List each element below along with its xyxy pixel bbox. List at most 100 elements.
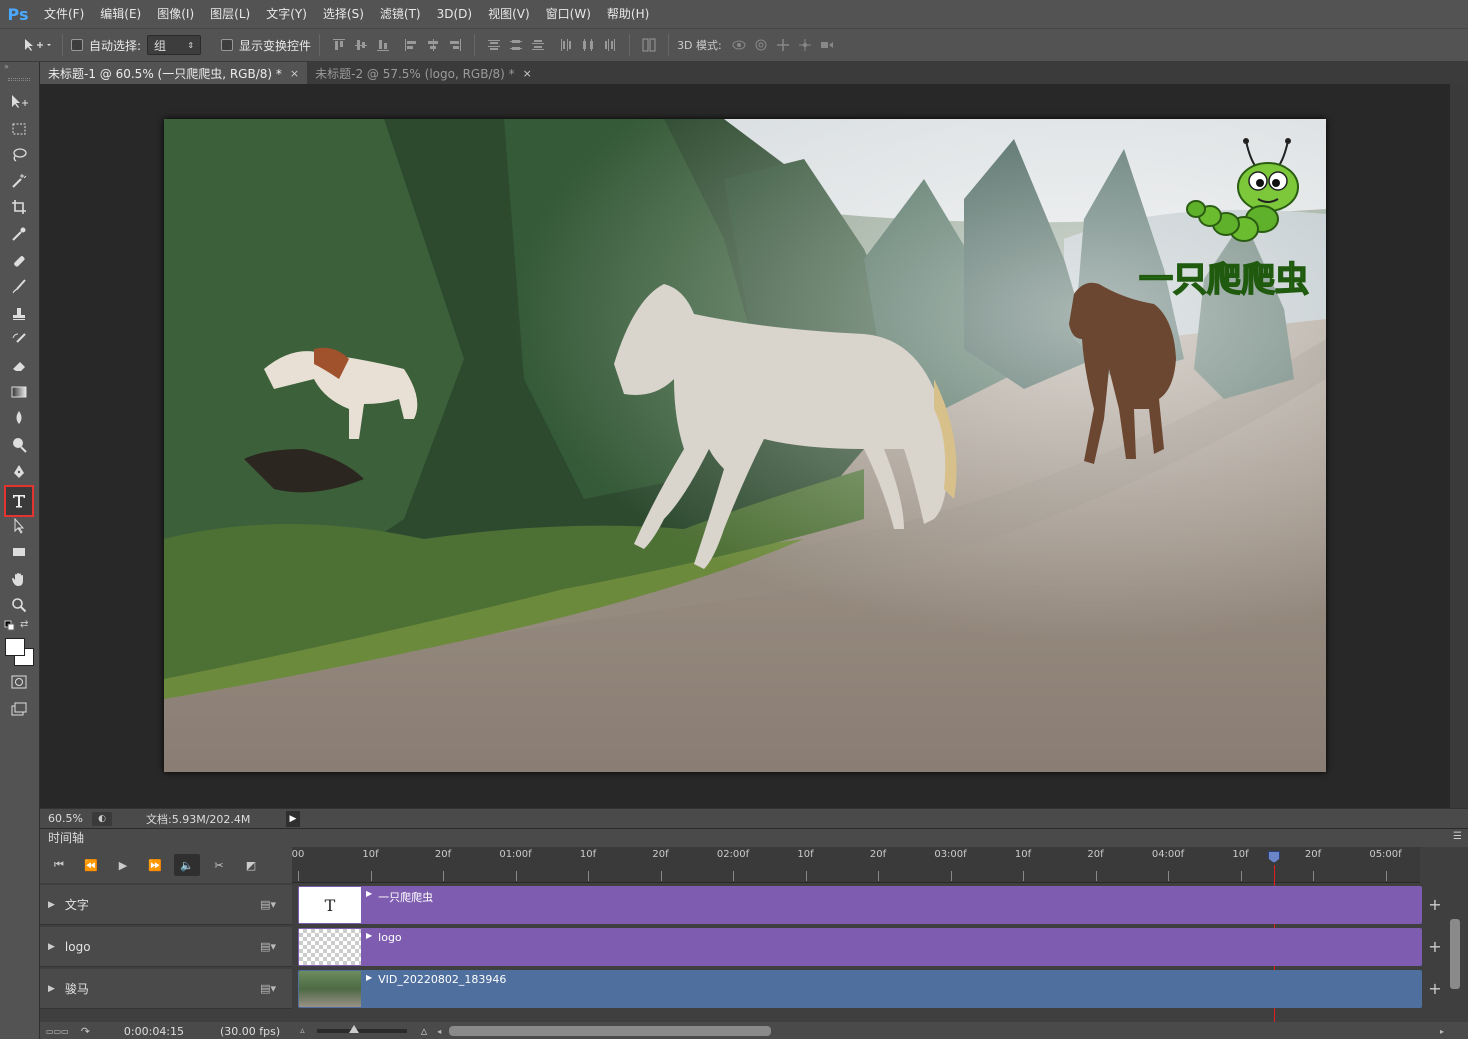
expand-arrow-icon[interactable]: ▶ [48, 942, 55, 952]
film-strip-icon[interactable]: ▤▾ [260, 940, 276, 953]
swap-colors-icon[interactable]: ⇄ [20, 619, 34, 631]
align-hcenter-icon[interactable] [422, 34, 444, 56]
path-select-icon[interactable] [6, 514, 32, 538]
3d-scale-icon[interactable] [816, 34, 838, 56]
menu-layer[interactable]: 图层(L) [202, 0, 258, 28]
history-brush-icon[interactable] [6, 328, 32, 352]
audio-icon[interactable]: 🔈 [174, 854, 200, 876]
vertical-scrollbar[interactable] [1450, 84, 1468, 808]
quick-mask-icon[interactable] [6, 670, 32, 694]
align-left-icon[interactable] [400, 34, 422, 56]
brush-tool-icon[interactable] [6, 275, 32, 299]
zoom-out-icon[interactable]: ▵ [300, 1026, 305, 1036]
move-tool-icon[interactable] [6, 90, 32, 114]
timeline-ruler[interactable]: 00 10f 20f 01:00f 10f 20f 02:00f 10f 20f 03:00f 10… [292, 847, 1420, 883]
distribute-hcenter-icon[interactable] [577, 34, 599, 56]
menu-help[interactable]: 帮助(H) [599, 0, 657, 28]
marquee-tool-icon[interactable] [6, 117, 32, 141]
next-frame-icon[interactable]: ⏩ [142, 854, 168, 876]
clip-arrow-icon[interactable]: ▶ [366, 931, 372, 940]
zoom-tool-icon[interactable] [6, 593, 32, 617]
zoom-level[interactable]: 60.5% [40, 812, 88, 825]
document-canvas[interactable]: 一只爬爬虫 [164, 119, 1326, 772]
track-header-text[interactable]: ▶ 文字 ▤▾ [40, 885, 292, 925]
film-strip-icon[interactable]: ▤▾ [260, 982, 276, 995]
pen-tool-icon[interactable] [6, 460, 32, 484]
render-icon[interactable]: ▭▭▭ [46, 1027, 69, 1036]
align-vcenter-icon[interactable] [350, 34, 372, 56]
auto-select-checkbox[interactable]: 自动选择: [71, 37, 141, 54]
slider-thumb[interactable] [348, 1025, 359, 1033]
gradient-icon[interactable] [6, 380, 32, 404]
tab-document-2[interactable]: 未标题-2 @ 57.5% (logo, RGB/8) * × [307, 62, 540, 84]
eraser-icon[interactable] [6, 354, 32, 378]
add-media-button[interactable]: + [1426, 979, 1444, 998]
track-header-video[interactable]: ▶ 骏马 ▤▾ [40, 969, 292, 1009]
panel-grip[interactable]: » [4, 63, 34, 71]
first-frame-icon[interactable]: ⏮ [46, 854, 72, 876]
menu-type[interactable]: 文字(Y) [258, 0, 315, 28]
clone-stamp-icon[interactable] [6, 302, 32, 326]
show-transform-checkbox[interactable]: 显示变换控件 [221, 37, 311, 54]
close-icon[interactable]: × [290, 67, 299, 80]
timeline-zoom-slider[interactable] [316, 1025, 407, 1033]
timeline-menu-icon[interactable]: ☰ [1453, 831, 1462, 842]
3d-rotate-icon[interactable] [728, 34, 750, 56]
close-icon[interactable]: × [523, 67, 532, 80]
rectangle-tool-icon[interactable] [6, 540, 32, 564]
clip-text[interactable]: T ▶ 一只爬爬虫 [298, 886, 1422, 924]
convert-icon[interactable]: ↷ [81, 1025, 90, 1038]
scroll-right-icon[interactable]: ▸ [1440, 1027, 1444, 1036]
auto-align-icon[interactable] [638, 34, 660, 56]
clip-video[interactable]: ▶ VID_20220802_183946 [298, 970, 1422, 1008]
menu-file[interactable]: 文件(F) [36, 0, 92, 28]
3d-pan-icon[interactable] [772, 34, 794, 56]
lasso-tool-icon[interactable] [6, 143, 32, 167]
align-bottom-icon[interactable] [372, 34, 394, 56]
menu-image[interactable]: 图像(I) [149, 0, 202, 28]
expand-arrow-icon[interactable]: ▶ [48, 984, 55, 994]
tab-document-1[interactable]: 未标题-1 @ 60.5% (一只爬爬虫, RGB/8) * × [40, 62, 308, 84]
screen-mode-icon[interactable] [6, 697, 32, 721]
expand-arrow-icon[interactable]: ▶ [48, 900, 55, 910]
align-top-icon[interactable] [328, 34, 350, 56]
menu-view[interactable]: 视图(V) [480, 0, 538, 28]
menu-filter[interactable]: 滤镜(T) [372, 0, 429, 28]
3d-roll-icon[interactable] [750, 34, 772, 56]
transition-icon[interactable]: ◩ [238, 854, 264, 876]
menu-select[interactable]: 选择(S) [315, 0, 372, 28]
canvas-area[interactable]: 一只爬爬虫 [40, 84, 1450, 808]
add-media-button[interactable]: + [1426, 937, 1444, 956]
hand-tool-icon[interactable] [6, 567, 32, 591]
distribute-vcenter-icon[interactable] [505, 34, 527, 56]
panel-handle[interactable] [8, 78, 30, 81]
eyedropper-icon[interactable] [6, 222, 32, 246]
dodge-icon[interactable] [6, 433, 32, 457]
auto-select-dropdown[interactable]: 组 ⇕ [147, 35, 202, 55]
foreground-color-swatch[interactable] [5, 638, 25, 656]
3d-slide-icon[interactable] [794, 34, 816, 56]
timeline-hscroll[interactable] [449, 1026, 772, 1036]
film-strip-icon[interactable]: ▤▾ [260, 898, 276, 911]
track-header-logo[interactable]: ▶ logo ▤▾ [40, 927, 292, 967]
distribute-bottom-icon[interactable] [527, 34, 549, 56]
menu-edit[interactable]: 编辑(E) [92, 0, 149, 28]
clip-arrow-icon[interactable]: ▶ [366, 973, 372, 982]
distribute-left-icon[interactable] [555, 34, 577, 56]
move-tool-preset-icon[interactable] [18, 34, 54, 56]
split-clip-icon[interactable]: ✂ [206, 854, 232, 876]
clip-logo[interactable]: ▶ logo [298, 928, 1422, 966]
crop-tool-icon[interactable] [6, 195, 32, 219]
add-media-button[interactable]: + [1426, 895, 1444, 914]
prev-frame-icon[interactable]: ⏪ [78, 854, 104, 876]
status-arrow-icon[interactable]: ▶ [286, 810, 300, 827]
status-menu-icon[interactable]: ◐ [92, 811, 112, 826]
clip-arrow-icon[interactable]: ▶ [366, 889, 372, 898]
menu-window[interactable]: 窗口(W) [538, 0, 599, 28]
zoom-in-icon[interactable]: ▵ [421, 1024, 428, 1039]
healing-brush-icon[interactable] [6, 249, 32, 273]
blur-icon[interactable] [6, 406, 32, 430]
distribute-right-icon[interactable] [599, 34, 621, 56]
type-tool-icon[interactable] [4, 485, 34, 517]
scroll-left-icon[interactable]: ◂ [437, 1027, 441, 1036]
